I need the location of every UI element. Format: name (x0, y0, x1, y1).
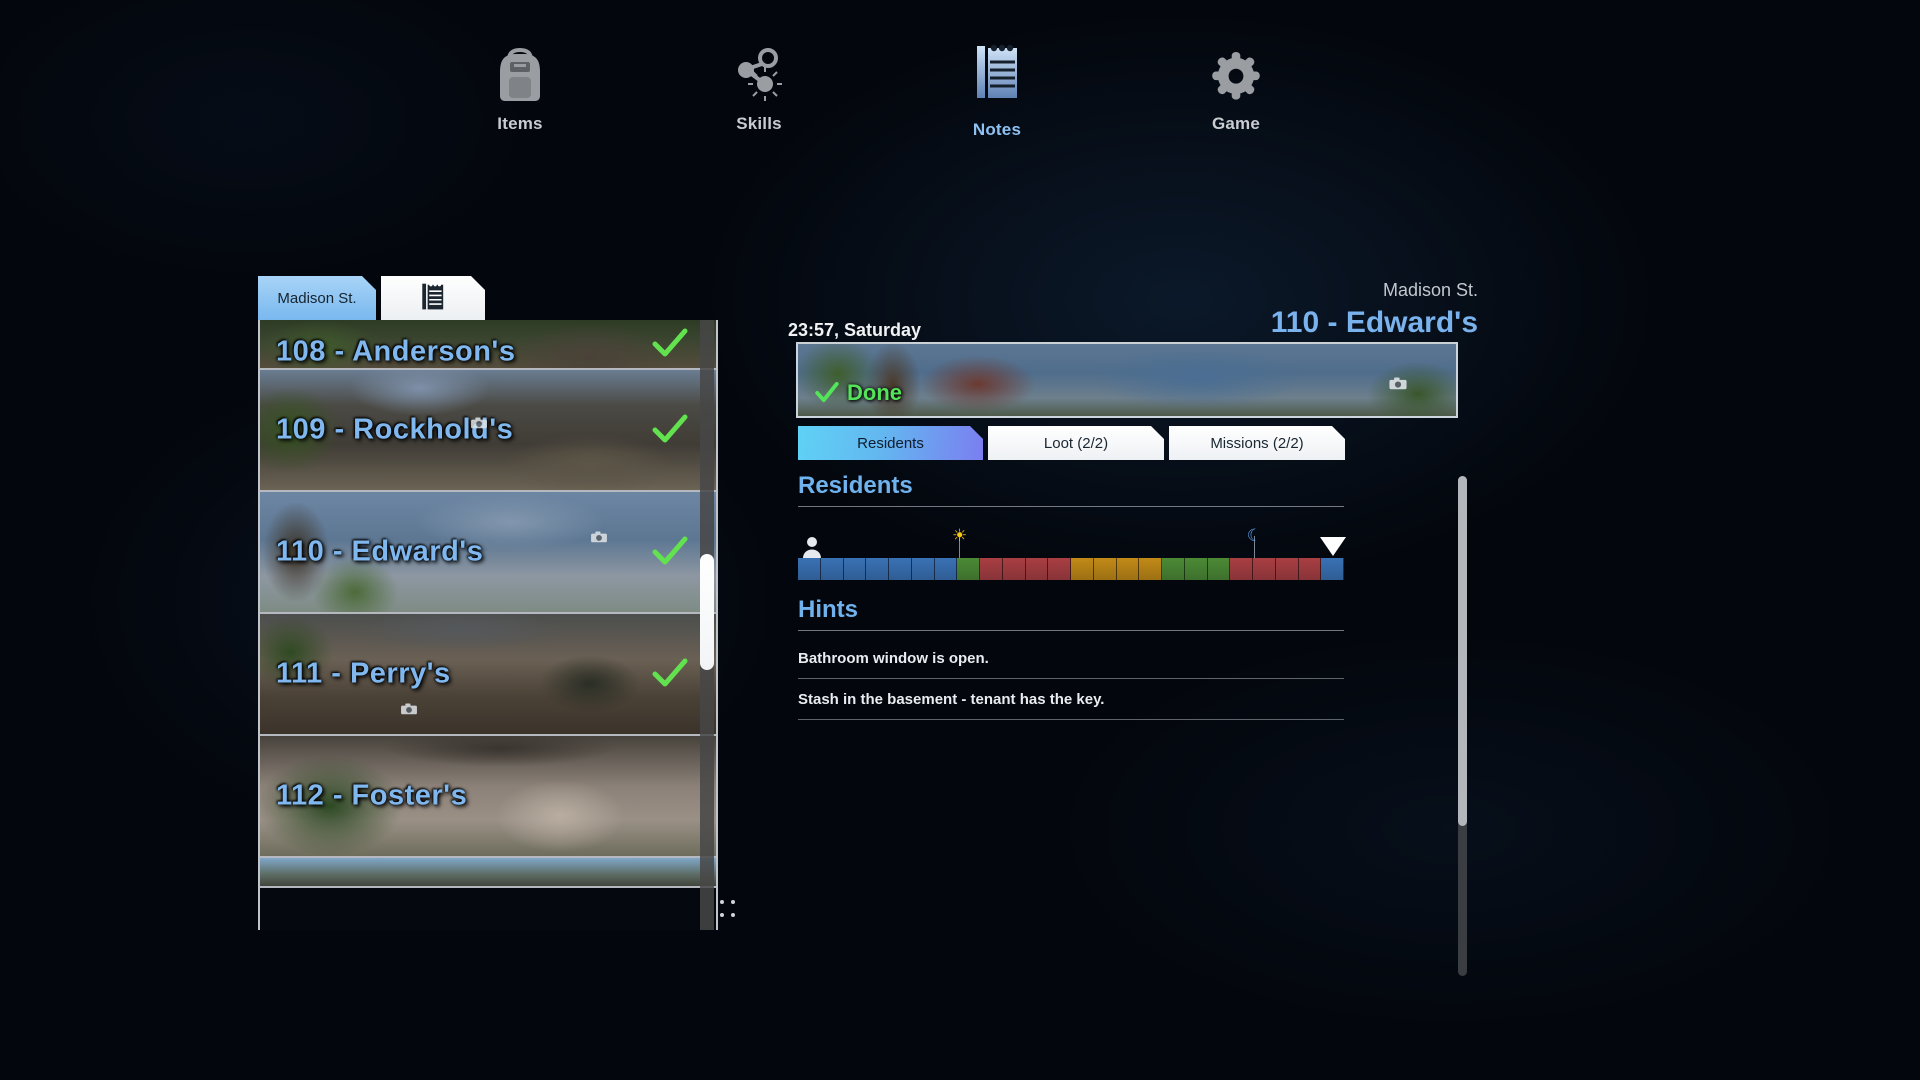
nav-item-game[interactable]: Game (1141, 40, 1331, 134)
schedule-hour-segment[interactable] (1002, 558, 1026, 580)
sun-icon: ☀ (952, 527, 967, 558)
camera-icon (401, 703, 417, 715)
done-check-icon (815, 381, 839, 403)
schedule-hour-segment[interactable] (843, 558, 867, 580)
schedule-hour-segment[interactable] (911, 558, 935, 580)
notepad-icon (420, 281, 446, 315)
hints-list: Bathroom window is open. Stash in the ba… (798, 638, 1344, 720)
done-check-icon (652, 658, 688, 687)
panel-resize-handle[interactable] (720, 900, 738, 922)
left-panel-tabs: Madison St. (258, 276, 485, 320)
status-label: Done (847, 380, 902, 405)
hint-item: Stash in the basement - tenant has the k… (798, 679, 1344, 720)
tab-label: Missions (2/2) (1210, 434, 1304, 452)
schedule-hour-segment[interactable] (1275, 558, 1299, 580)
person-icon (803, 537, 821, 558)
schedule-hour-segment[interactable] (1116, 558, 1140, 580)
street-name: Madison St. (1382, 280, 1478, 300)
skills-node-icon (732, 40, 786, 102)
divider (798, 506, 1344, 507)
nav-item-label: Items (497, 114, 543, 133)
schedule-hour-segment[interactable] (1253, 558, 1276, 580)
schedule-hour-segment[interactable] (820, 558, 844, 580)
tab-residents[interactable]: Residents (798, 426, 983, 460)
right-panel-scrollbar[interactable] (1458, 476, 1467, 976)
house-hero-image: Done (796, 342, 1458, 418)
gear-icon (1210, 40, 1262, 102)
house-list[interactable]: 108 - Anderson's 109 - Rockhold's 110 - … (258, 320, 718, 930)
schedule-hour-segment[interactable] (1071, 558, 1094, 580)
section-title-residents: Residents (798, 472, 913, 499)
game-notes-screen: Items Skills Notes Game Madison St. 108 … (0, 0, 1920, 1080)
tab-label: Residents (857, 434, 924, 452)
done-check-icon (652, 328, 688, 357)
schedule-hour-segment[interactable] (1162, 558, 1185, 580)
camera-icon (471, 417, 487, 429)
status-badge: Done (814, 380, 902, 406)
list-item[interactable]: 108 - Anderson's (260, 320, 716, 370)
schedule-hour-segment[interactable] (866, 558, 889, 580)
list-item[interactable]: 112 - Foster's (260, 736, 716, 858)
schedule-hour-segment[interactable] (957, 558, 980, 580)
schedule-hour-segment[interactable] (889, 558, 912, 580)
left-panel-scrollbar[interactable] (700, 320, 714, 930)
house-title: 111 - Perry's (276, 657, 451, 690)
page-title: 110 - Edward's (1270, 306, 1478, 339)
notepad-icon (975, 40, 1019, 102)
top-navigation: Items Skills Notes Game (0, 0, 1920, 190)
schedule-hour-segment[interactable] (1207, 558, 1231, 580)
schedule-hour-segment[interactable] (1139, 558, 1162, 580)
house-thumbnail (260, 858, 716, 886)
tab-notes[interactable] (381, 276, 485, 320)
nav-item-label: Game (1211, 114, 1261, 133)
section-title-hints: Hints (798, 596, 858, 623)
nav-item-label: Notes (972, 120, 1022, 139)
tab-loot[interactable]: Loot (2/2) (988, 426, 1164, 460)
schedule-bar[interactable] (798, 558, 1344, 580)
backpack-icon (495, 40, 545, 102)
list-item[interactable] (260, 858, 716, 888)
moon-icon: ☾ (1247, 527, 1262, 558)
tab-missions[interactable]: Missions (2/2) (1169, 426, 1345, 460)
divider (798, 630, 1344, 631)
timeline-markers: ☀ ☾ (798, 526, 1347, 558)
nav-item-items[interactable]: Items (425, 40, 615, 134)
nav-item-notes[interactable]: Notes (902, 40, 1092, 140)
schedule-hour-segment[interactable] (1025, 558, 1049, 580)
resident-schedule-timeline[interactable]: ☀ ☾ (798, 526, 1347, 586)
hint-item: Bathroom window is open. (798, 638, 1344, 679)
schedule-hour-segment[interactable] (934, 558, 958, 580)
schedule-hour-segment[interactable] (1184, 558, 1208, 580)
camera-icon (1389, 377, 1407, 390)
house-title: 110 - Edward's (276, 535, 484, 568)
schedule-hour-segment[interactable] (980, 558, 1003, 580)
camera-icon (591, 531, 607, 543)
detail-tabs: Residents Loot (2/2) Missions (2/2) (798, 426, 1345, 460)
list-item[interactable]: 111 - Perry's (260, 614, 716, 736)
nav-item-skills[interactable]: Skills (664, 40, 854, 134)
schedule-hour-segment[interactable] (798, 558, 821, 580)
house-title: 112 - Foster's (276, 779, 468, 812)
schedule-hour-segment[interactable] (1093, 558, 1117, 580)
done-check-icon (652, 536, 688, 565)
list-item[interactable]: 109 - Rockhold's (260, 370, 716, 492)
scrollbar-thumb[interactable] (700, 554, 714, 671)
tab-madison-st[interactable]: Madison St. (258, 276, 376, 320)
schedule-hour-segment[interactable] (1230, 558, 1253, 580)
done-check-icon (652, 414, 688, 443)
house-title: 108 - Anderson's (276, 335, 516, 368)
schedule-hour-segment[interactable] (1048, 558, 1071, 580)
schedule-hour-segment[interactable] (1298, 558, 1322, 580)
tab-label: Madison St. (277, 289, 357, 307)
clock-label: 23:57, Saturday (788, 320, 922, 340)
tab-label: Loot (2/2) (1043, 434, 1109, 452)
current-time-cursor (1320, 537, 1347, 556)
schedule-hour-segment[interactable] (1321, 558, 1344, 580)
street-houses-panel: Madison St. 108 - Anderson's 109 - Rockh… (258, 320, 735, 930)
list-item[interactable]: 110 - Edward's (260, 492, 716, 614)
nav-item-label: Skills (736, 114, 782, 133)
scrollbar-thumb[interactable] (1458, 476, 1467, 826)
